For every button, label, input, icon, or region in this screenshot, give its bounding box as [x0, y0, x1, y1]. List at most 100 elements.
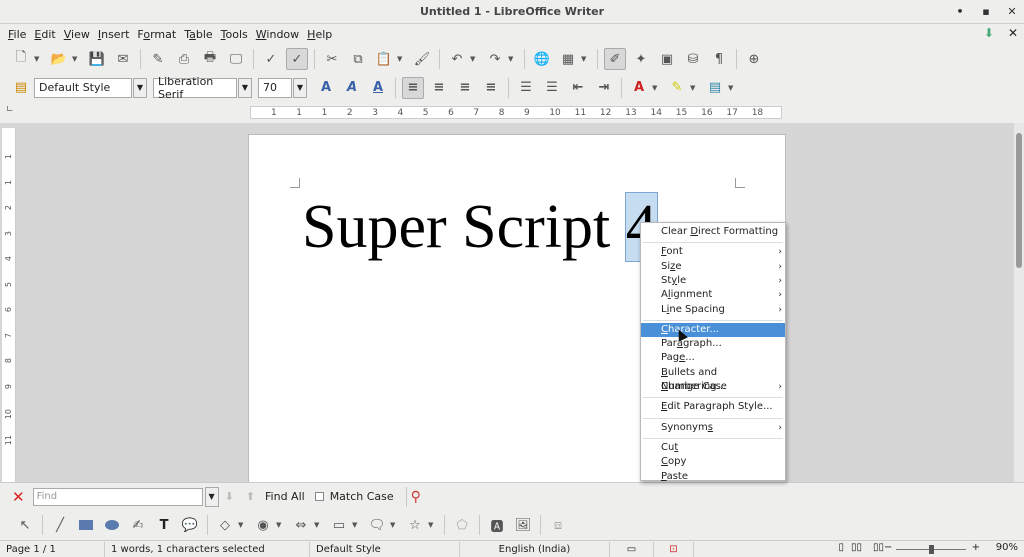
context-menu-item[interactable]: Synonyms › — [641, 421, 785, 435]
align-left-icon[interactable]: ≡ — [402, 76, 424, 99]
menu-item[interactable]: Table — [180, 28, 216, 41]
vertical-scrollbar[interactable] — [1014, 123, 1024, 482]
align-center-icon[interactable]: ≡ — [428, 77, 450, 99]
print-icon[interactable]: 🖶 — [199, 48, 221, 70]
menu-item[interactable]: Insert — [94, 28, 134, 41]
horizontal-ruler[interactable]: 1 1 1 2 3 4 5 6 7 8 9 10 11 12 13 14 15 16 17 18 — [250, 106, 782, 119]
basic-shapes-icon[interactable]: ◇ — [214, 514, 236, 536]
new-icon[interactable]: 🗋 — [10, 48, 32, 70]
underline-icon[interactable]: A — [367, 77, 389, 99]
copy-icon[interactable]: ⧉ — [347, 48, 369, 70]
close-document-icon[interactable]: ✕ — [1008, 26, 1018, 40]
find-all-button[interactable]: Find All — [265, 490, 305, 503]
block-arrows-icon[interactable]: ⇔ — [290, 514, 312, 536]
rectangle-icon[interactable] — [75, 514, 97, 536]
match-case-label[interactable]: Match Case — [330, 490, 394, 503]
context-menu-item[interactable]: Bullets and Numbering... — [641, 366, 785, 392]
redo-dropdown[interactable]: ▼ — [508, 55, 516, 63]
navigator-icon[interactable]: ✦ — [630, 48, 652, 70]
table-icon[interactable]: ▦ — [557, 48, 579, 70]
context-menu-item[interactable]: Clear Direct Formatting — [641, 225, 785, 239]
cut-icon[interactable]: ✂ — [321, 48, 343, 70]
tab-type-icon[interactable]: ∟ — [6, 105, 14, 115]
zoom-level[interactable]: 90% — [996, 542, 1018, 553]
callouts-icon[interactable]: 🗨 — [366, 514, 388, 536]
context-menu-item[interactable]: Copy — [641, 455, 785, 469]
print-preview-icon[interactable]: 🖵 — [225, 48, 247, 70]
freeform-icon[interactable]: ✍ — [127, 514, 149, 536]
stars-dropdown[interactable]: ▼ — [428, 521, 436, 529]
clone-format-icon[interactable]: 🖌 — [411, 48, 433, 70]
font-name-dropdown[interactable]: ▼ — [238, 77, 252, 98]
basic-shapes-dropdown[interactable]: ▼ — [238, 521, 246, 529]
context-menu-item[interactable]: Style › — [641, 274, 785, 288]
stars-icon[interactable]: ☆ — [404, 514, 426, 536]
background-color-icon[interactable]: ▤ — [704, 77, 726, 99]
document-text[interactable]: Super Script 4 — [302, 191, 658, 263]
close-button[interactable]: ✕ — [1006, 0, 1018, 24]
undo-icon[interactable]: ↶ — [446, 48, 468, 70]
scrollbar-thumb[interactable] — [1016, 133, 1022, 268]
open-dropdown[interactable]: ▼ — [72, 55, 80, 63]
context-menu-item[interactable]: Edit Paragraph Style... — [641, 400, 785, 414]
close-find-icon[interactable]: ✕ — [12, 488, 25, 506]
find-replace-icon[interactable]: ⚲ — [411, 489, 421, 505]
find-input[interactable]: Find — [32, 487, 203, 506]
zoom-knob[interactable] — [929, 545, 934, 554]
font-size-dropdown[interactable]: ▼ — [293, 77, 307, 98]
flowchart-icon[interactable]: ▭ — [328, 514, 350, 536]
line-icon[interactable]: ╱ — [49, 514, 71, 536]
page-count[interactable]: Page 1 / 1 — [0, 541, 105, 557]
document-modified-icon[interactable]: ⊡ — [654, 541, 694, 557]
context-menu-item[interactable]: Change Case › — [641, 380, 785, 394]
symbol-shapes-icon[interactable]: ◉ — [252, 514, 274, 536]
paste-icon[interactable]: 📋 — [373, 48, 395, 70]
menu-item[interactable]: Window — [252, 28, 303, 41]
zoom-out-icon[interactable]: − — [884, 542, 892, 553]
zoom-in-icon[interactable]: + — [972, 542, 980, 553]
hyperlink-icon[interactable]: 🌐 — [531, 48, 553, 70]
email-icon[interactable]: ✉ — [112, 48, 134, 70]
highlight-icon[interactable]: ✎ — [666, 77, 688, 99]
menu-item[interactable]: Format — [133, 28, 180, 41]
increase-indent-icon[interactable]: ⇥ — [593, 77, 615, 99]
context-menu-item[interactable]: Paragraph... — [641, 337, 785, 351]
callouts-dropdown[interactable]: ▼ — [390, 521, 398, 529]
vertical-ruler[interactable]: 1 1 2 3 4 5 6 7 8 9 10 11 — [2, 128, 16, 482]
menu-item[interactable]: Edit — [30, 28, 59, 41]
styles-icon[interactable]: ▤ — [10, 77, 32, 99]
image-icon[interactable]: 🖼 — [512, 514, 534, 536]
formatting-marks-icon[interactable]: ¶ — [708, 48, 730, 70]
paragraph-style-dropdown[interactable]: ▼ — [133, 77, 147, 98]
highlight-dropdown[interactable]: ▼ — [690, 84, 698, 92]
new-dropdown[interactable]: ▼ — [34, 55, 42, 63]
fontwork-icon[interactable]: 🅰 — [486, 514, 508, 536]
symbol-shapes-dropdown[interactable]: ▼ — [276, 521, 284, 529]
context-menu-item[interactable]: Page... — [641, 351, 785, 365]
save-icon[interactable]: 💾 — [86, 48, 108, 70]
context-menu-item[interactable]: Paste — [641, 470, 785, 484]
context-menu-item[interactable]: Line Spacing › — [641, 303, 785, 317]
find-previous-icon[interactable]: ⬇ — [225, 490, 234, 503]
undo-dropdown[interactable]: ▼ — [470, 55, 478, 63]
justify-icon[interactable]: ≡ — [480, 77, 502, 99]
autospellcheck-icon[interactable]: ✓ — [286, 48, 308, 70]
context-menu-item[interactable]: Character... — [641, 322, 785, 337]
draw-functions-icon[interactable]: ✐ — [604, 48, 626, 70]
menu-item[interactable]: Help — [303, 28, 336, 41]
paragraph-style-combo[interactable]: Default Style — [34, 77, 132, 98]
edit-file-icon[interactable]: ✎ — [147, 48, 169, 70]
menu-item[interactable]: File — [4, 28, 30, 41]
numbering-icon[interactable]: ☰ — [515, 77, 537, 99]
bullets-icon[interactable]: ☰ — [541, 77, 563, 99]
menu-item[interactable]: View — [60, 28, 94, 41]
open-icon[interactable]: 📂 — [48, 48, 70, 70]
insert-mode-icon[interactable]: ▭ — [610, 541, 654, 557]
paste-dropdown[interactable]: ▼ — [397, 55, 405, 63]
extrusion-icon[interactable]: ⧈ — [547, 514, 569, 536]
find-dropdown[interactable]: ▼ — [204, 486, 219, 507]
font-size-combo[interactable]: 70 — [258, 77, 292, 98]
align-right-icon[interactable]: ≡ — [454, 77, 476, 99]
points-icon[interactable]: ⬠ — [451, 514, 473, 536]
italic-icon[interactable]: A — [341, 77, 363, 99]
